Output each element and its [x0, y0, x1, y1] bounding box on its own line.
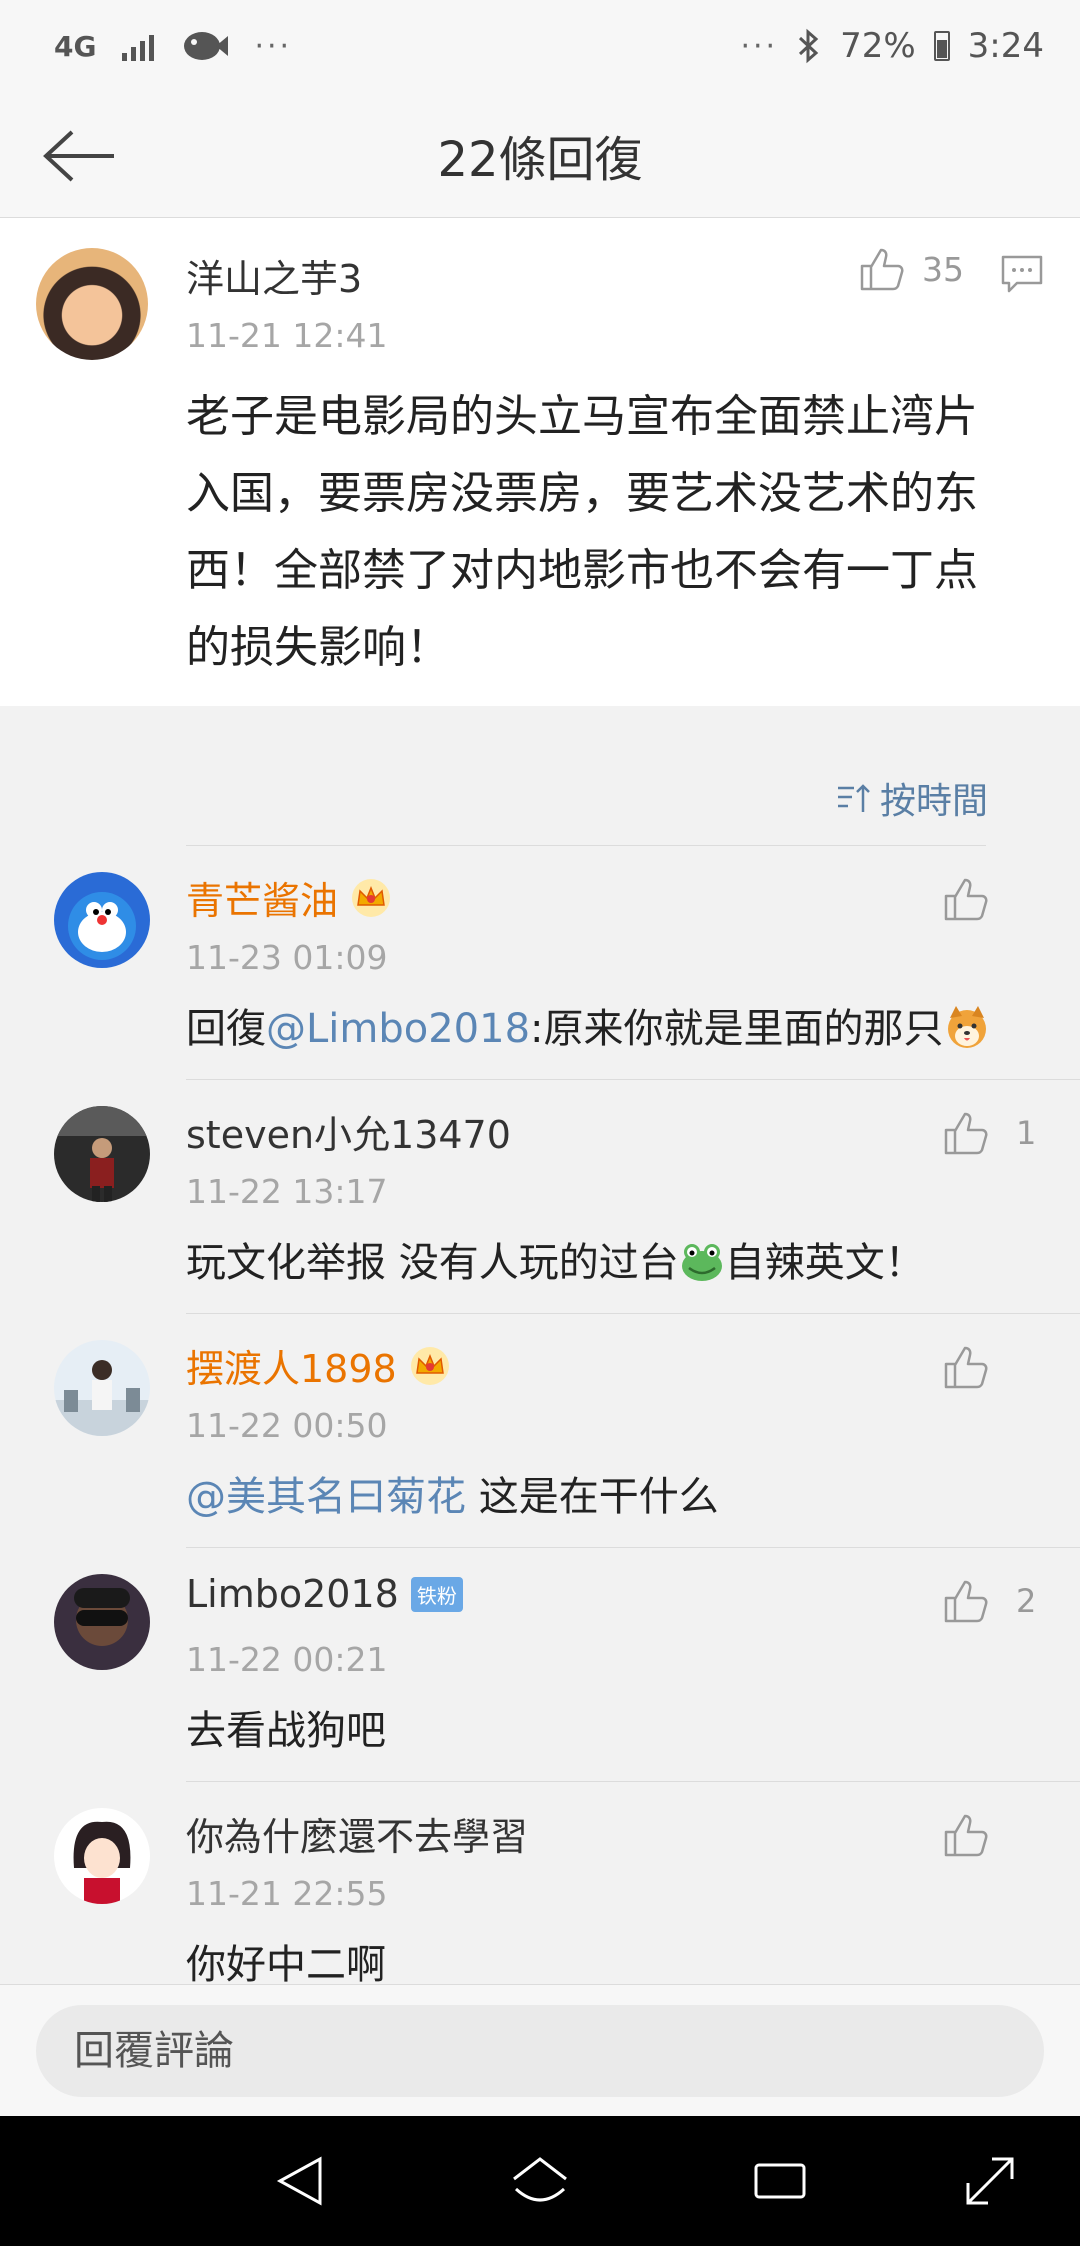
avatar-image — [54, 1574, 150, 1670]
back-button[interactable] — [38, 118, 122, 194]
reply-input[interactable] — [36, 2005, 1044, 2097]
vip-crown-icon — [352, 878, 391, 917]
thumbs-up-icon — [944, 1814, 988, 1857]
avatar-image — [54, 1808, 150, 1904]
comment-text-body: 这是在干什么 — [466, 1474, 719, 1520]
back-arrow-icon — [43, 130, 114, 182]
thumbs-up-icon — [944, 1580, 988, 1623]
comment-text: 回復@Limbo2018:原来你就是里面的那只 — [186, 996, 1046, 1054]
mention-link[interactable]: @美其名曰菊花 — [186, 1474, 466, 1520]
comment-text: 你好中二啊 — [186, 1942, 386, 1988]
avatar[interactable] — [36, 248, 148, 360]
comment-text: 老子是电影局的头立马宣布全面禁止湾片入国，要票房没票房，要艺术没艺术的东西！全部… — [186, 391, 978, 673]
thumbs-up-icon — [944, 878, 988, 921]
like-button[interactable] — [942, 1812, 990, 1858]
avatar[interactable] — [54, 872, 150, 968]
avatar[interactable] — [54, 1340, 150, 1436]
reply-item: 摆渡人1898 11-22 00:50 @美其名曰菊花 这是在干什么 — [0, 1314, 1080, 1548]
page-title: 22條回復 — [437, 131, 643, 188]
reply-item: 青芒酱油 11-23 01:09 回復@Limbo2018:原来你就是里面的那只 — [0, 846, 1080, 1080]
avatar[interactable] — [54, 1106, 150, 1202]
system-expand-button[interactable] — [958, 2149, 1022, 2213]
author-name[interactable]: 洋山之芋3 — [186, 248, 362, 303]
comment-time: 11-22 00:50 — [186, 1406, 388, 1445]
system-back-icon — [276, 2156, 322, 2206]
like-count: 1 — [1016, 1114, 1037, 1152]
comment-time: 11-21 12:41 — [186, 316, 388, 355]
status-dots: ··· — [740, 28, 779, 64]
reply-item: Limbo2018 铁粉 11-22 00:21 2 去看战狗吧 — [0, 1548, 1080, 1782]
network-type: 4G — [54, 29, 97, 63]
more-notifications-icon: ··· — [254, 28, 293, 64]
comment-time: 11-22 00:21 — [186, 1640, 388, 1679]
author-name[interactable]: 你為什麼還不去學習 — [186, 1806, 528, 1861]
author-name-text: 摆渡人1898 — [186, 1347, 397, 1391]
like-button[interactable]: 35 — [858, 246, 964, 292]
reply-item: steven小允13470 11-22 13:17 1 玩文化举报 没有人玩的过… — [0, 1080, 1080, 1314]
like-button[interactable] — [942, 1344, 990, 1390]
like-count: 2 — [1016, 1582, 1037, 1620]
dog-emoji-icon — [947, 1006, 986, 1048]
thumbs-up-icon — [944, 1346, 988, 1389]
system-recents-icon — [754, 2163, 806, 2199]
author-name[interactable]: 摆渡人1898 — [186, 1338, 451, 1393]
avatar-image — [54, 1106, 150, 1202]
system-home-icon — [513, 2157, 567, 2202]
author-name-text: steven小允13470 — [186, 1113, 511, 1157]
author-name-text: Limbo2018 — [186, 1572, 399, 1616]
reply-input-bar — [0, 1984, 1080, 2116]
thumbs-up-icon — [944, 1112, 988, 1155]
nav-bar: 22條回復 — [0, 92, 1080, 218]
author-name-text: 青芒酱油 — [186, 879, 339, 923]
comment-text-body: :原来你就是里面的那只 — [530, 1006, 944, 1052]
system-nav-bar — [0, 2116, 1080, 2246]
author-name-text: 你為什麼還不去學習 — [186, 1815, 529, 1859]
sort-label: 按時間 — [879, 781, 988, 822]
avatar[interactable] — [54, 1574, 150, 1670]
signal-icon — [122, 31, 155, 61]
system-home-button[interactable] — [508, 2149, 572, 2213]
mention-link[interactable]: @Limbo2018 — [266, 1006, 530, 1052]
reply-button[interactable] — [1000, 254, 1044, 298]
author-name[interactable]: steven小允13470 — [186, 1104, 511, 1159]
avatar-image — [54, 872, 150, 968]
author-name[interactable]: Limbo2018 铁粉 — [186, 1572, 463, 1616]
bluetooth-icon — [799, 28, 819, 64]
reply-item: 你為什麼還不去學習 11-21 22:55 你好中二啊 — [0, 1782, 1080, 2016]
system-recents-button[interactable] — [748, 2149, 812, 2213]
frog-emoji-icon — [681, 1244, 722, 1281]
like-button[interactable]: 1 — [942, 1110, 1036, 1156]
like-button[interactable] — [942, 876, 990, 922]
system-back-button[interactable] — [268, 2149, 332, 2213]
sort-icon — [837, 784, 870, 812]
expand-icon — [966, 2157, 1014, 2205]
sort-by-time-button[interactable]: 按時間 — [836, 772, 988, 824]
status-bar: 4G ··· ··· 72% 3:24 — [0, 0, 1080, 92]
battery-percent: 72% — [840, 26, 916, 66]
comment-time: 11-22 13:17 — [186, 1172, 388, 1211]
comment-icon — [1001, 255, 1043, 293]
comment-text: 玩文化举报 没有人玩的过台 自辣英文！ — [186, 1230, 1046, 1288]
vip-crown-icon — [410, 1346, 449, 1385]
comment-time: 11-23 01:09 — [186, 938, 388, 977]
main-comment: 洋山之芋3 11-21 12:41 35 老子是电影局的头立马宣布全面禁止湾片入… — [0, 218, 1080, 706]
avatar-image — [54, 1340, 150, 1436]
fan-badge: 铁粉 — [410, 1576, 463, 1612]
comment-text: 去看战狗吧 — [186, 1708, 386, 1754]
battery-icon — [933, 31, 950, 61]
comment-text-tail: 自辣英文！ — [724, 1240, 925, 1286]
app-notification-icon — [184, 32, 229, 60]
comment-time: 11-21 22:55 — [186, 1874, 388, 1913]
reply-prefix: 回復 — [186, 1006, 266, 1052]
like-count: 35 — [922, 249, 964, 289]
like-button[interactable]: 2 — [942, 1578, 1036, 1624]
comment-text: @美其名曰菊花 这是在干什么 — [186, 1464, 1046, 1522]
comment-text-body: 玩文化举报 没有人玩的过台 — [186, 1240, 679, 1286]
thumbs-up-icon — [860, 248, 904, 291]
clock: 3:24 — [967, 26, 1044, 66]
avatar[interactable] — [54, 1808, 150, 1904]
replies-header: 按時間 — [0, 734, 1080, 846]
author-name[interactable]: 青芒酱油 — [186, 870, 392, 925]
